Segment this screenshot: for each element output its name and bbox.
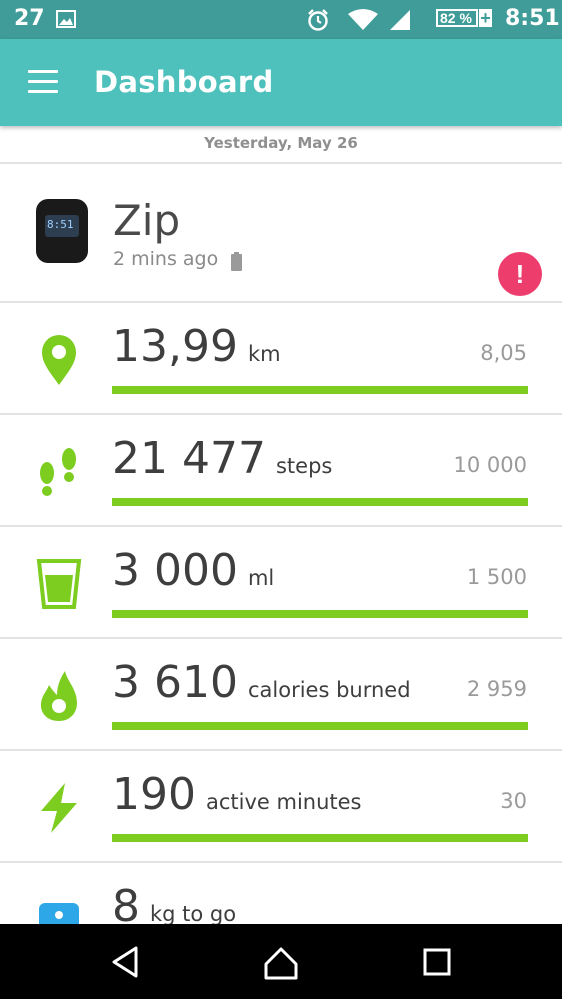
stat-unit: ml [247,566,275,590]
stat-unit: steps [275,454,333,478]
progress-bar [112,386,528,394]
stat-goal: 30 [500,789,527,813]
stat-unit: calories burned [247,678,411,702]
stat-row-distance[interactable]: 13,99 km 8,05 [0,303,562,413]
hamburger-menu-icon[interactable] [28,70,60,94]
stat-value: 13,99 [112,321,238,372]
stat-row-calories[interactable]: 3 610 calories burned 2 959 [0,639,562,749]
stat-goal: 8,05 [480,341,527,365]
device-name: Zip [113,196,181,245]
stat-goal: 10 000 [453,453,527,477]
stat-goal: 1 500 [466,565,527,589]
stat-row-steps[interactable]: 21 477 steps 10 000 [0,415,562,525]
location-pin-icon [42,335,76,385]
progress-bar [112,834,528,842]
progress-bar [112,722,528,730]
tracker-device-icon: 8:51 [36,199,88,263]
date-header: Yesterday, May 26 [204,134,358,152]
lightning-bolt-icon [41,783,77,833]
alarm-icon [308,9,328,31]
stat-value: 3 610 [112,657,238,708]
battery-low-icon [231,252,242,271]
stat-value: 8 [112,881,140,924]
stat-value: 3 000 [112,545,238,596]
scale-icon [39,903,79,924]
recents-icon[interactable] [417,944,457,980]
status-time: 8:51 [505,6,560,31]
stat-row-weight[interactable]: 8 kg to go [0,863,562,924]
progress-bar [112,498,528,506]
stat-row-active-minutes[interactable]: 190 active minutes 30 [0,751,562,861]
stat-unit: active minutes [205,790,362,814]
signal-icon [390,10,410,30]
stat-value: 21 477 [112,433,266,484]
footsteps-icon [40,448,76,496]
tracker-display: 8:51 [47,218,74,231]
progress-bar [112,610,528,618]
page-title: Dashboard [94,65,274,99]
stat-unit: km [247,342,281,366]
device-row[interactable]: 8:51 Zip 2 mins ago ! [0,164,562,302]
back-icon[interactable] [106,944,146,980]
home-icon[interactable] [261,944,301,980]
image-icon [56,10,76,28]
stat-goal: 2 959 [466,677,527,701]
app-bar: Dashboard [0,39,562,126]
status-bar: 27 + 82 % 8:51 [0,0,562,39]
alert-badge[interactable]: ! [498,252,542,296]
stat-unit: kg to go [150,902,237,924]
navigation-bar [0,924,562,999]
dashboard-content[interactable]: Yesterday, May 26 8:51 Zip 2 mins ago ! … [0,126,562,924]
battery-percent: 82 % [440,10,472,26]
stat-row-water[interactable]: 3 000 ml 1 500 [0,527,562,637]
flame-icon [40,671,77,721]
wifi-icon [348,9,378,30]
stat-value: 190 [112,769,196,820]
notification-count: 27 [14,6,45,31]
water-glass-icon [36,559,82,609]
last-sync-time: 2 mins ago [113,248,219,270]
battery-charging-icon: + 82 % [436,8,494,30]
